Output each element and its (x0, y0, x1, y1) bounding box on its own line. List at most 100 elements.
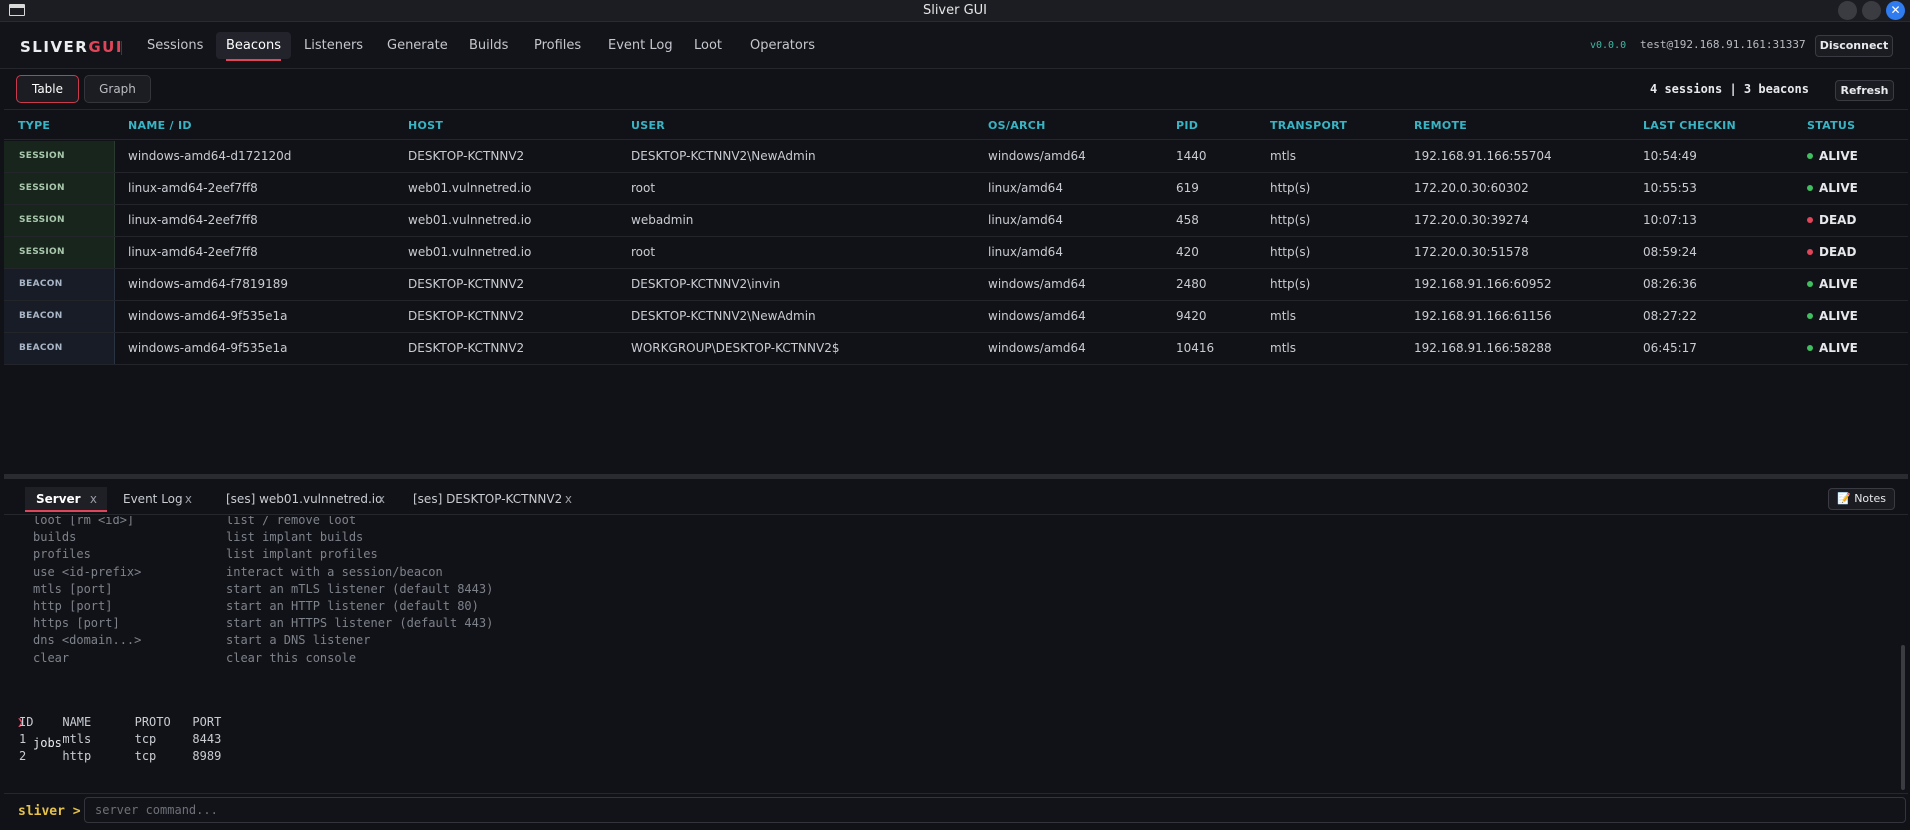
status-dot-icon (1807, 313, 1813, 319)
prompt-label: sliver > (18, 804, 81, 819)
status-text: ALIVE (1819, 149, 1858, 163)
cell-name: linux-amd64-2eef7ff8 (128, 245, 258, 259)
console-tab-server[interactable]: Server x (25, 487, 107, 512)
table-row[interactable]: SESSION windows-amd64-d172120d DESKTOP-KCT… (4, 141, 1908, 173)
pane-resize-handle[interactable] (4, 474, 1908, 479)
nav-tab-event-log[interactable]: Event Log (598, 32, 683, 59)
cell-user: WORKGROUP\DESKTOP-KCTNNV2$ (631, 341, 840, 355)
console-tab-label: [ses] DESKTOP-KCTNNV2 (413, 492, 563, 506)
view-tab-table[interactable]: Table (16, 75, 79, 103)
column-header-transport[interactable]: TRANSPORT (1270, 119, 1347, 132)
column-header-os-arch[interactable]: OS/ARCH (988, 119, 1046, 132)
table-row[interactable]: SESSION linux-amd64-2eef7ff8 web01.vulnnet… (4, 237, 1908, 269)
status-badge: ALIVE (1807, 301, 1858, 332)
nav-tab-beacons[interactable]: Beacons (216, 32, 291, 61)
brand-logo: SLIVERGUI (20, 38, 123, 56)
table-row[interactable]: BEACON windows-amd64-f7819189 DESKTOP-KCTN… (4, 269, 1908, 301)
cell-name: linux-amd64-2eef7ff8 (128, 181, 258, 195)
nav-tab-builds[interactable]: Builds (459, 32, 518, 59)
nav-tab-operators[interactable]: Operators (740, 32, 825, 59)
cell-pid: 2480 (1176, 277, 1207, 291)
prompt-line: ❯ jobs (4, 691, 204, 750)
cell-pid: 1440 (1176, 149, 1207, 163)
type-badge: SESSION (4, 237, 115, 268)
notes-button[interactable]: 📝 Notes (1828, 488, 1895, 510)
close-tab-icon[interactable]: x (378, 487, 385, 512)
column-header-type[interactable]: TYPE (18, 119, 50, 132)
cell-os: linux/amd64 (988, 181, 1063, 195)
cell-pid: 10416 (1176, 341, 1215, 355)
nav-tab-loot[interactable]: Loot (684, 32, 732, 59)
help-command: clear (33, 650, 70, 665)
command-input[interactable] (84, 797, 1906, 823)
cell-host: web01.vulnnetred.io (408, 245, 532, 259)
cell-transport: http(s) (1270, 277, 1311, 291)
close-tab-icon[interactable]: x (565, 487, 572, 512)
session-beacon-counts: 4 sessions | 3 beacons (1650, 82, 1809, 96)
view-tab-graph[interactable]: Graph (84, 75, 151, 103)
cell-pid: 619 (1176, 181, 1199, 195)
type-badge: SESSION (4, 205, 115, 236)
console-tab-label: [ses] web01.vulnnetred.io (226, 492, 383, 506)
status-text: ALIVE (1819, 181, 1858, 195)
column-header-pid[interactable]: PID (1176, 119, 1198, 132)
status-text: ALIVE (1819, 341, 1858, 355)
refresh-button[interactable]: Refresh (1835, 80, 1894, 101)
status-badge: ALIVE (1807, 141, 1858, 172)
console-tab-event-log[interactable]: Event Log x (112, 487, 202, 512)
column-header-status[interactable]: STATUS (1807, 119, 1855, 132)
table-row[interactable]: BEACON windows-amd64-9f535e1a DESKTOP-KCTN… (4, 333, 1908, 365)
status-text: DEAD (1819, 245, 1857, 259)
column-header-remote[interactable]: REMOTE (1414, 119, 1467, 132)
column-header-last-checkin[interactable]: LAST CHECKIN (1643, 119, 1736, 132)
table-row[interactable]: BEACON windows-amd64-9f535e1a DESKTOP-KCTN… (4, 301, 1908, 333)
status-dot-icon (1807, 185, 1813, 191)
cell-os: windows/amd64 (988, 341, 1086, 355)
type-badge: SESSION (4, 173, 115, 204)
brand-primary: SLIVER (20, 38, 89, 56)
nav-tab-generate[interactable]: Generate (377, 32, 458, 59)
cell-os: linux/amd64 (988, 213, 1063, 227)
cell-host: web01.vulnnetred.io (408, 181, 532, 195)
column-header-host[interactable]: HOST (408, 119, 443, 132)
nav-tab-listeners[interactable]: Listeners (294, 32, 373, 59)
cell-name: windows-amd64-f7819189 (128, 277, 289, 291)
status-dot-icon (1807, 249, 1813, 255)
cell-checkin: 08:26:36 (1643, 277, 1697, 291)
close-tab-icon[interactable]: x (90, 487, 97, 512)
nav-tab-profiles[interactable]: Profiles (524, 32, 591, 59)
column-header-name[interactable]: NAME / ID (128, 119, 192, 132)
cell-remote: 172.20.0.30:39274 (1414, 213, 1529, 227)
cell-remote: 192.168.91.166:61156 (1414, 309, 1552, 323)
table-row[interactable]: SESSION linux-amd64-2eef7ff8 web01.vulnnet… (4, 205, 1908, 237)
disconnect-button[interactable]: Disconnect (1815, 35, 1893, 57)
version-label: v0.0.0 (1590, 40, 1627, 51)
nav-tab-sessions[interactable]: Sessions (137, 32, 213, 59)
cell-transport: mtls (1270, 309, 1296, 323)
cell-host: DESKTOP-KCTNNV2 (408, 341, 525, 355)
close-window-button[interactable]: ✕ (1886, 1, 1905, 20)
column-header-user[interactable]: USER (631, 119, 665, 132)
console-tab-desktop-kctnnv2[interactable]: [ses] DESKTOP-KCTNNV2 x (402, 487, 582, 512)
cell-transport: http(s) (1270, 213, 1311, 227)
maximize-button[interactable] (1862, 1, 1881, 20)
cell-os: windows/amd64 (988, 277, 1086, 291)
cell-transport: mtls (1270, 341, 1296, 355)
console-output: loot [rm <id>] list / remove loot builds li… (4, 516, 1900, 790)
cell-remote: 192.168.91.166:55704 (1414, 149, 1552, 163)
cell-remote: 172.20.0.30:51578 (1414, 245, 1529, 259)
status-text: ALIVE (1819, 309, 1858, 323)
cell-user: DESKTOP-KCTNNV2\invin (631, 277, 781, 291)
cell-user: root (631, 245, 656, 259)
console-tab-label: Server (36, 492, 81, 506)
status-text: DEAD (1819, 213, 1857, 227)
console-tab-web01[interactable]: [ses] web01.vulnnetred.io x (215, 487, 395, 512)
console-scrollbar[interactable] (1901, 645, 1905, 790)
minimize-button[interactable] (1838, 1, 1857, 20)
title-bar: Sliver GUI ✕ (0, 0, 1910, 22)
table-row[interactable]: SESSION linux-amd64-2eef7ff8 web01.vulnnet… (4, 173, 1908, 205)
close-tab-icon[interactable]: x (185, 487, 192, 512)
cell-name: linux-amd64-2eef7ff8 (128, 213, 258, 227)
cell-name: windows-amd64-9f535e1a (128, 309, 288, 323)
table-header: TYPE NAME / ID HOST USER OS/ARCH PID TRA… (4, 110, 1908, 140)
